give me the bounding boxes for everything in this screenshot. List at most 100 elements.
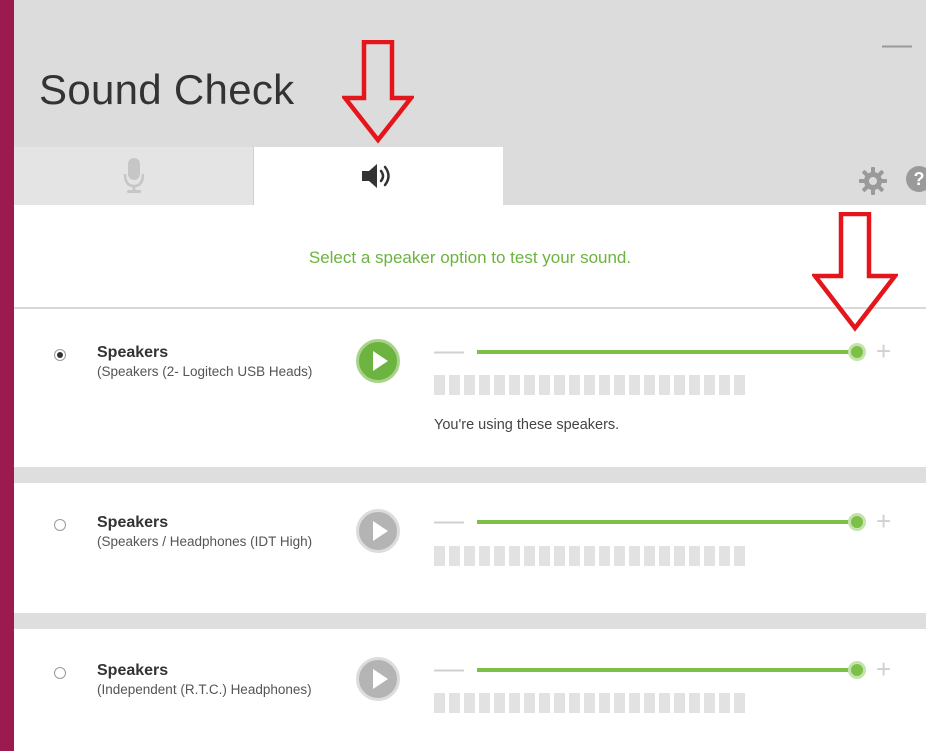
meter-segment [599,693,610,713]
speaker-device-row: Speakers (Speakers (2- Logitech USB Head… [14,309,926,467]
meter-segment [734,546,745,566]
meter-segment [644,375,655,395]
meter-segment [464,693,475,713]
meter-segment [479,546,490,566]
speaker-device-row: Speakers (Independent (R.T.C.) Headphone… [14,629,926,751]
volume-down-button[interactable]: — [434,654,464,684]
play-icon [373,669,388,689]
meter-segment [689,546,700,566]
device-detail: (Speakers / Headphones (IDT High) [97,534,313,549]
annotation-arrow-icon [342,40,414,144]
meter-segment [644,546,655,566]
window-title: Sound Check [39,66,295,113]
gear-icon [859,167,887,195]
meter-segment [584,375,595,395]
meter-segment [539,375,550,395]
volume-down-button[interactable]: — [434,506,464,536]
speaker-radio[interactable] [54,519,66,531]
device-name: Speakers [97,514,169,531]
meter-segment [569,693,580,713]
meter-segment [674,546,685,566]
play-icon [373,521,388,541]
meter-segment [479,693,490,713]
meter-segment [644,693,655,713]
meter-segment [494,546,505,566]
device-status: You're using these speakers. [434,417,620,433]
instruction-text: Select a speaker option to test your sou… [308,248,632,267]
sound-check-window: Sound Check — ? Select a speaker option … [14,0,926,751]
meter-segment [599,375,610,395]
meter-segment [659,546,670,566]
meter-segment [449,375,460,395]
meter-segment [449,693,460,713]
meter-segment [599,546,610,566]
volume-knob[interactable] [848,343,866,361]
meter-segment [734,693,745,713]
row-separator [14,613,926,629]
volume-down-button[interactable]: — [434,336,464,366]
level-meter [434,375,745,395]
meter-segment [464,375,475,395]
volume-slider[interactable] [477,343,866,361]
meter-segment [719,375,730,395]
meter-segment [674,375,685,395]
help-button[interactable]: ? [906,166,926,192]
volume-slider[interactable] [477,513,866,531]
meter-segment [734,375,745,395]
speaker-radio[interactable] [54,349,66,361]
meter-segment [719,546,730,566]
meter-segment [479,375,490,395]
meter-segment [554,546,565,566]
device-detail: (Speakers (2- Logitech USB Heads) [97,364,313,379]
meter-segment [584,693,595,713]
meter-segment [584,546,595,566]
meter-segment [449,546,460,566]
settings-button[interactable] [859,167,887,200]
meter-segment [674,693,685,713]
meter-segment [509,693,520,713]
meter-segment [629,693,640,713]
meter-segment [524,693,535,713]
meter-segment [539,546,550,566]
play-test-button[interactable] [356,657,400,701]
meter-segment [704,375,715,395]
speaker-radio[interactable] [54,667,66,679]
meter-segment [494,693,505,713]
volume-up-button[interactable]: + [876,338,891,364]
annotation-arrow-icon [812,212,898,332]
play-icon [373,351,388,371]
tab-speakers[interactable] [254,147,503,205]
meter-segment [689,375,700,395]
header: Sound Check — ? [14,0,926,205]
volume-up-button[interactable]: + [876,508,891,534]
microphone-icon [123,158,144,193]
volume-knob[interactable] [848,513,866,531]
speaker-icon [361,164,390,188]
minimize-button[interactable]: — [882,30,912,60]
meter-segment [509,546,520,566]
meter-segment [569,375,580,395]
meter-segment [704,546,715,566]
meter-segment [434,693,445,713]
meter-segment [554,375,565,395]
play-test-button[interactable] [356,509,400,553]
meter-segment [659,693,670,713]
volume-slider[interactable] [477,661,866,679]
meter-segment [434,375,445,395]
meter-segment [494,375,505,395]
meter-segment [539,693,550,713]
meter-segment [659,375,670,395]
volume-knob[interactable] [848,661,866,679]
meter-segment [614,693,625,713]
meter-segment [509,375,520,395]
device-detail: (Independent (R.T.C.) Headphones) [97,682,312,697]
play-test-button[interactable] [356,339,400,383]
meter-segment [464,546,475,566]
level-meter [434,546,745,566]
volume-up-button[interactable]: + [876,656,891,682]
tab-microphone[interactable] [14,147,254,205]
meter-segment [614,375,625,395]
meter-segment [434,546,445,566]
meter-segment [524,546,535,566]
meter-segment [524,375,535,395]
